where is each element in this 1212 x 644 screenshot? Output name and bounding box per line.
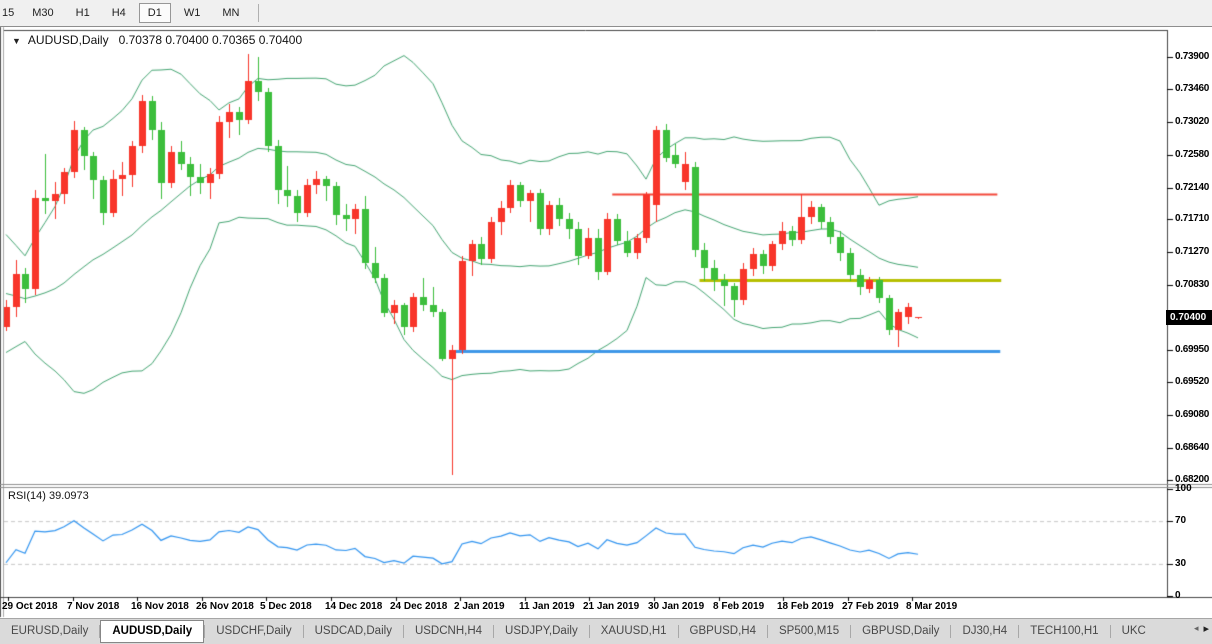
chart-ohlc-values: 0.70378 0.70400 0.70365 0.70400 — [119, 33, 303, 47]
date-axis-label: 21 Jan 2019 — [583, 601, 639, 612]
date-axis-label: 16 Nov 2018 — [131, 601, 189, 612]
price-axis-label: 0.71270 — [1175, 246, 1209, 257]
rsi-axis-label: 100 — [1175, 483, 1192, 494]
tab-usdcnh-h4[interactable]: USDCNH,H4 — [404, 619, 493, 644]
timeframe-button-mn[interactable]: MN — [213, 3, 248, 23]
price-axis-label: 0.72140 — [1175, 182, 1209, 193]
timeframe-button-d1[interactable]: D1 — [139, 3, 171, 23]
rsi-axis-label: 30 — [1175, 558, 1186, 569]
price-chart-canvas[interactable] — [0, 0, 1212, 644]
tab-scroll-right-icon[interactable]: ▸ — [1203, 622, 1209, 635]
price-axis-label: 0.69080 — [1175, 409, 1209, 420]
date-axis-label: 5 Dec 2018 — [260, 601, 312, 612]
date-axis-label: 27 Feb 2019 — [842, 601, 899, 612]
timeframe-toolbar: 15M30H1H4D1W1MN — [0, 0, 1212, 27]
timeframe-button-h4[interactable]: H4 — [103, 3, 135, 23]
rsi-indicator-label: RSI(14) 39.0973 — [8, 490, 89, 502]
price-axis-label: 0.69950 — [1175, 344, 1209, 355]
toolbar-separator — [258, 4, 259, 22]
tab-xauusd-h1[interactable]: XAUUSD,H1 — [590, 619, 678, 644]
timeframe-button-15[interactable]: 15 — [0, 3, 19, 23]
date-axis-label: 14 Dec 2018 — [325, 601, 382, 612]
tab-gbpusd-h4[interactable]: GBPUSD,H4 — [679, 619, 767, 644]
date-axis-label: 24 Dec 2018 — [390, 601, 447, 612]
date-axis-label: 26 Nov 2018 — [196, 601, 254, 612]
timeframe-button-m30[interactable]: M30 — [23, 3, 62, 23]
date-axis-label: 8 Mar 2019 — [906, 601, 957, 612]
chart-dropdown-icon[interactable]: ▼ — [12, 36, 21, 46]
date-axis-label: 2 Jan 2019 — [454, 601, 505, 612]
chart-symbol-label: AUDUSD,Daily — [28, 33, 109, 47]
timeframe-button-w1[interactable]: W1 — [175, 3, 210, 23]
date-axis-label: 29 Oct 2018 — [2, 601, 58, 612]
tab-gbpusd-daily[interactable]: GBPUSD,Daily — [851, 619, 950, 644]
date-axis-label: 11 Jan 2019 — [519, 601, 575, 612]
chart-tab-bar: EURUSD,DailyAUDUSD,DailyUSDCHF,DailyUSDC… — [0, 618, 1212, 644]
chart-title: ▼ AUDUSD,Daily 0.70378 0.70400 0.70365 0.7… — [12, 33, 302, 47]
rsi-axis-label: 70 — [1175, 515, 1186, 526]
date-axis-label: 30 Jan 2019 — [648, 601, 704, 612]
tab-sp500-m15[interactable]: SP500,M15 — [768, 619, 850, 644]
price-axis-label: 0.71710 — [1175, 213, 1209, 224]
price-axis-label: 0.70830 — [1175, 279, 1209, 290]
price-axis-label: 0.72580 — [1175, 149, 1209, 160]
tab-ukc[interactable]: UKC — [1111, 619, 1157, 644]
tab-usdcad-daily[interactable]: USDCAD,Daily — [304, 619, 403, 644]
current-price-badge: 0.70400 — [1166, 310, 1212, 325]
date-axis-label: 8 Feb 2019 — [713, 601, 764, 612]
price-axis-label: 0.73460 — [1175, 83, 1209, 94]
tab-scroll-left-icon[interactable]: ◂ — [1194, 623, 1199, 634]
date-axis-label: 7 Nov 2018 — [67, 601, 119, 612]
tab-tech100-h1[interactable]: TECH100,H1 — [1019, 619, 1109, 644]
tab-usdchf-daily[interactable]: USDCHF,Daily — [205, 619, 302, 644]
tab-dj30-h4[interactable]: DJ30,H4 — [951, 619, 1018, 644]
price-axis-label: 0.73020 — [1175, 116, 1209, 127]
tab-eurusd-daily[interactable]: EURUSD,Daily — [0, 619, 99, 644]
price-axis-label: 0.68640 — [1175, 442, 1209, 453]
rsi-axis-label: 0 — [1175, 590, 1181, 601]
mt4-window: 15M30H1H4D1W1MN ▼ AUDUSD,Daily 0.70378 0.7… — [0, 0, 1212, 644]
timeframe-button-h1[interactable]: H1 — [67, 3, 99, 23]
date-axis-label: 18 Feb 2019 — [777, 601, 834, 612]
tab-scroll-arrows: ◂ ▸ — [1194, 622, 1209, 635]
price-axis-label: 0.69520 — [1175, 376, 1209, 387]
tab-usdjpy-daily[interactable]: USDJPY,Daily — [494, 619, 589, 644]
tab-audusd-daily[interactable]: AUDUSD,Daily — [100, 620, 204, 643]
price-axis-label: 0.73900 — [1175, 51, 1209, 62]
